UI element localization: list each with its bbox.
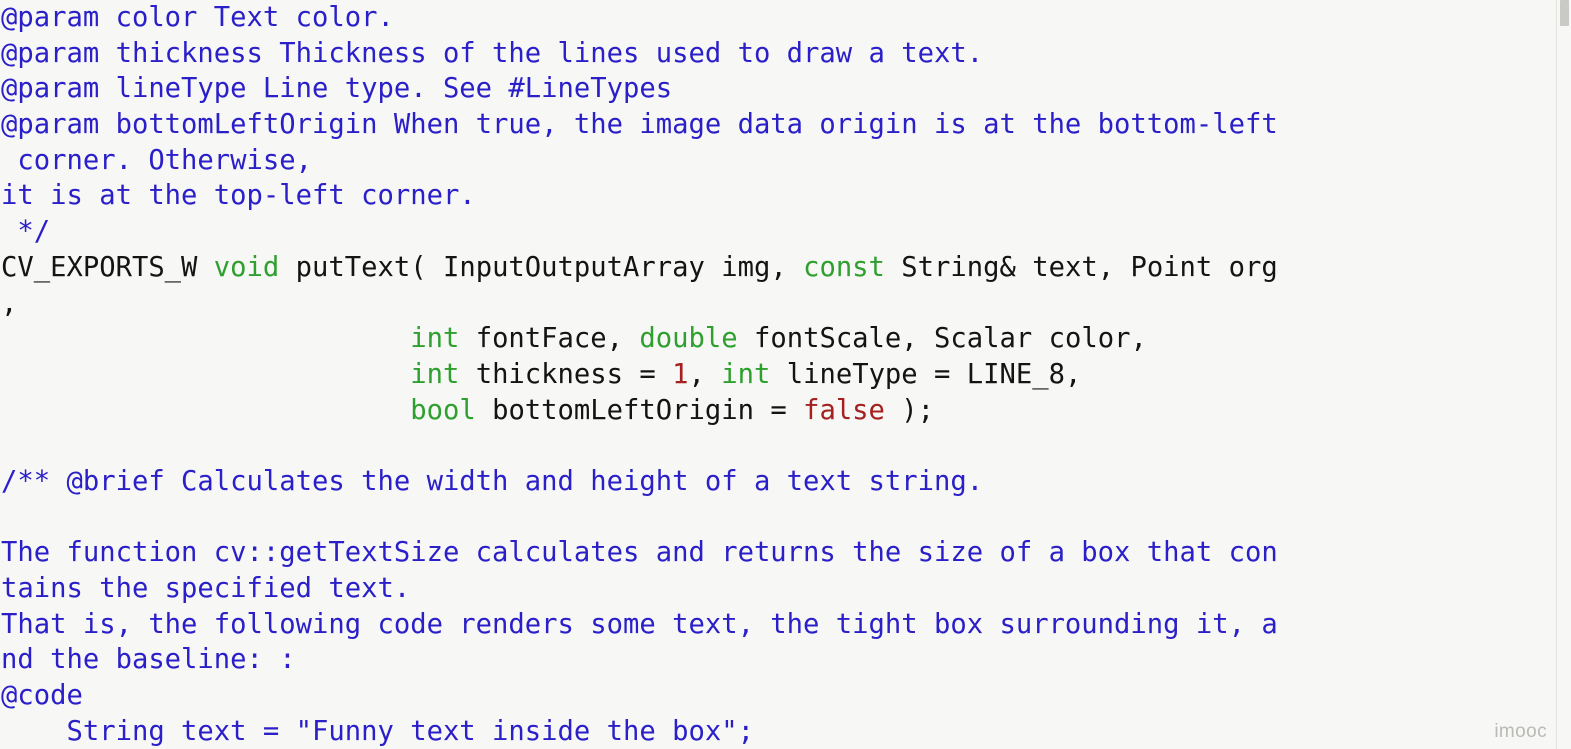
code-token-comment: @code	[1, 680, 83, 712]
code-token-plain: fontFace,	[459, 323, 640, 355]
code-token-plain: lineType = LINE_8,	[770, 358, 1082, 390]
code-token-number: 1	[672, 358, 689, 390]
code-token-plain: thickness =	[459, 358, 673, 390]
code-token-comment: @param color Text color.	[1, 2, 394, 33]
code-token-plain: ,	[1, 287, 18, 319]
code-line: The function cv::getTextSize calculates …	[0, 535, 1556, 571]
code-line: String text = "Funny text inside the box…	[0, 714, 1556, 749]
code-viewer: @param color Text color. @param thickness…	[0, 0, 1571, 749]
code-line: int fontFace, double fontScale, Scalar c…	[0, 321, 1556, 357]
code-line: */	[0, 214, 1556, 250]
code-line: tains the specified text.	[0, 571, 1556, 607]
code-line: bool bottomLeftOrigin = false );	[0, 393, 1556, 429]
code-token-plain: String& text, Point org	[884, 251, 1278, 283]
code-token-comment: @param thickness Thickness of the lines …	[1, 37, 984, 69]
code-token-comment: tains the specified text.	[1, 573, 411, 604]
code-line: it is at the top-left corner.	[0, 178, 1556, 214]
code-token-comment: /** @brief Calculates the width and heig…	[1, 465, 984, 497]
code-line: @param lineType Line type. See #LineType…	[0, 71, 1556, 107]
code-token-comment: String text = "Funny text inside the box…	[1, 715, 754, 747]
code-token-keyword: int	[410, 323, 460, 355]
code-token-blank	[1, 430, 17, 461]
code-line: CV_EXPORTS_W void putText( InputOutputAr…	[0, 250, 1556, 286]
code-surface[interactable]: @param color Text color. @param thickness…	[0, 0, 1556, 749]
vertical-scrollbar[interactable]	[1556, 0, 1571, 749]
code-token-literal: false	[803, 394, 885, 426]
code-line: @param bottomLeftOrigin When true, the i…	[0, 107, 1556, 143]
code-line: ,	[0, 286, 1556, 322]
watermark-label: imooc	[1494, 721, 1547, 742]
code-token-plain: putText( InputOutputArray img,	[279, 251, 804, 283]
code-token-keyword: const	[803, 251, 885, 283]
code-token-comment: @param bottomLeftOrigin When true, the i…	[1, 109, 1278, 141]
code-token-plain: );	[884, 394, 935, 426]
code-line: /** @brief Calculates the width and heig…	[0, 464, 1556, 500]
code-line	[0, 500, 1556, 536]
code-line: corner. Otherwise,	[0, 143, 1556, 179]
code-token-comment: @param lineType Line type. See #LineType…	[1, 73, 673, 105]
code-line	[0, 428, 1556, 464]
code-token-keyword: void	[213, 251, 280, 283]
code-token-plain: bottomLeftOrigin =	[475, 394, 804, 426]
code-line: @code	[0, 678, 1556, 714]
code-line: int thickness = 1, int lineType = LINE_8…	[0, 357, 1556, 393]
code-line: That is, the following code renders some…	[0, 607, 1556, 643]
code-token-keyword: int	[410, 358, 460, 390]
code-token-comment: The function cv::getTextSize calculates …	[1, 537, 1278, 569]
code-token-comment: That is, the following code renders some…	[1, 608, 1278, 640]
code-line: @param color Text color.	[0, 0, 1556, 36]
code-token-plain: ,	[688, 358, 722, 390]
code-token-keyword: int	[721, 358, 771, 390]
vertical-scrollbar-thumb[interactable]	[1560, 0, 1569, 26]
code-line: nd the baseline: :	[0, 642, 1556, 678]
code-token-keyword: bool	[410, 394, 476, 426]
code-token-blank	[1, 502, 17, 533]
code-token-comment: corner. Otherwise,	[1, 144, 312, 176]
code-token-comment: nd the baseline: :	[1, 644, 296, 676]
code-token-comment: it is at the top-left corner.	[1, 180, 476, 212]
code-token-comment: */	[1, 216, 51, 248]
code-line: @param thickness Thickness of the lines …	[0, 36, 1556, 72]
code-token-plain: fontScale, Scalar color,	[737, 323, 1147, 355]
code-token-plain: CV_EXPORTS_W	[1, 251, 214, 283]
code-token-keyword: double	[639, 323, 738, 355]
